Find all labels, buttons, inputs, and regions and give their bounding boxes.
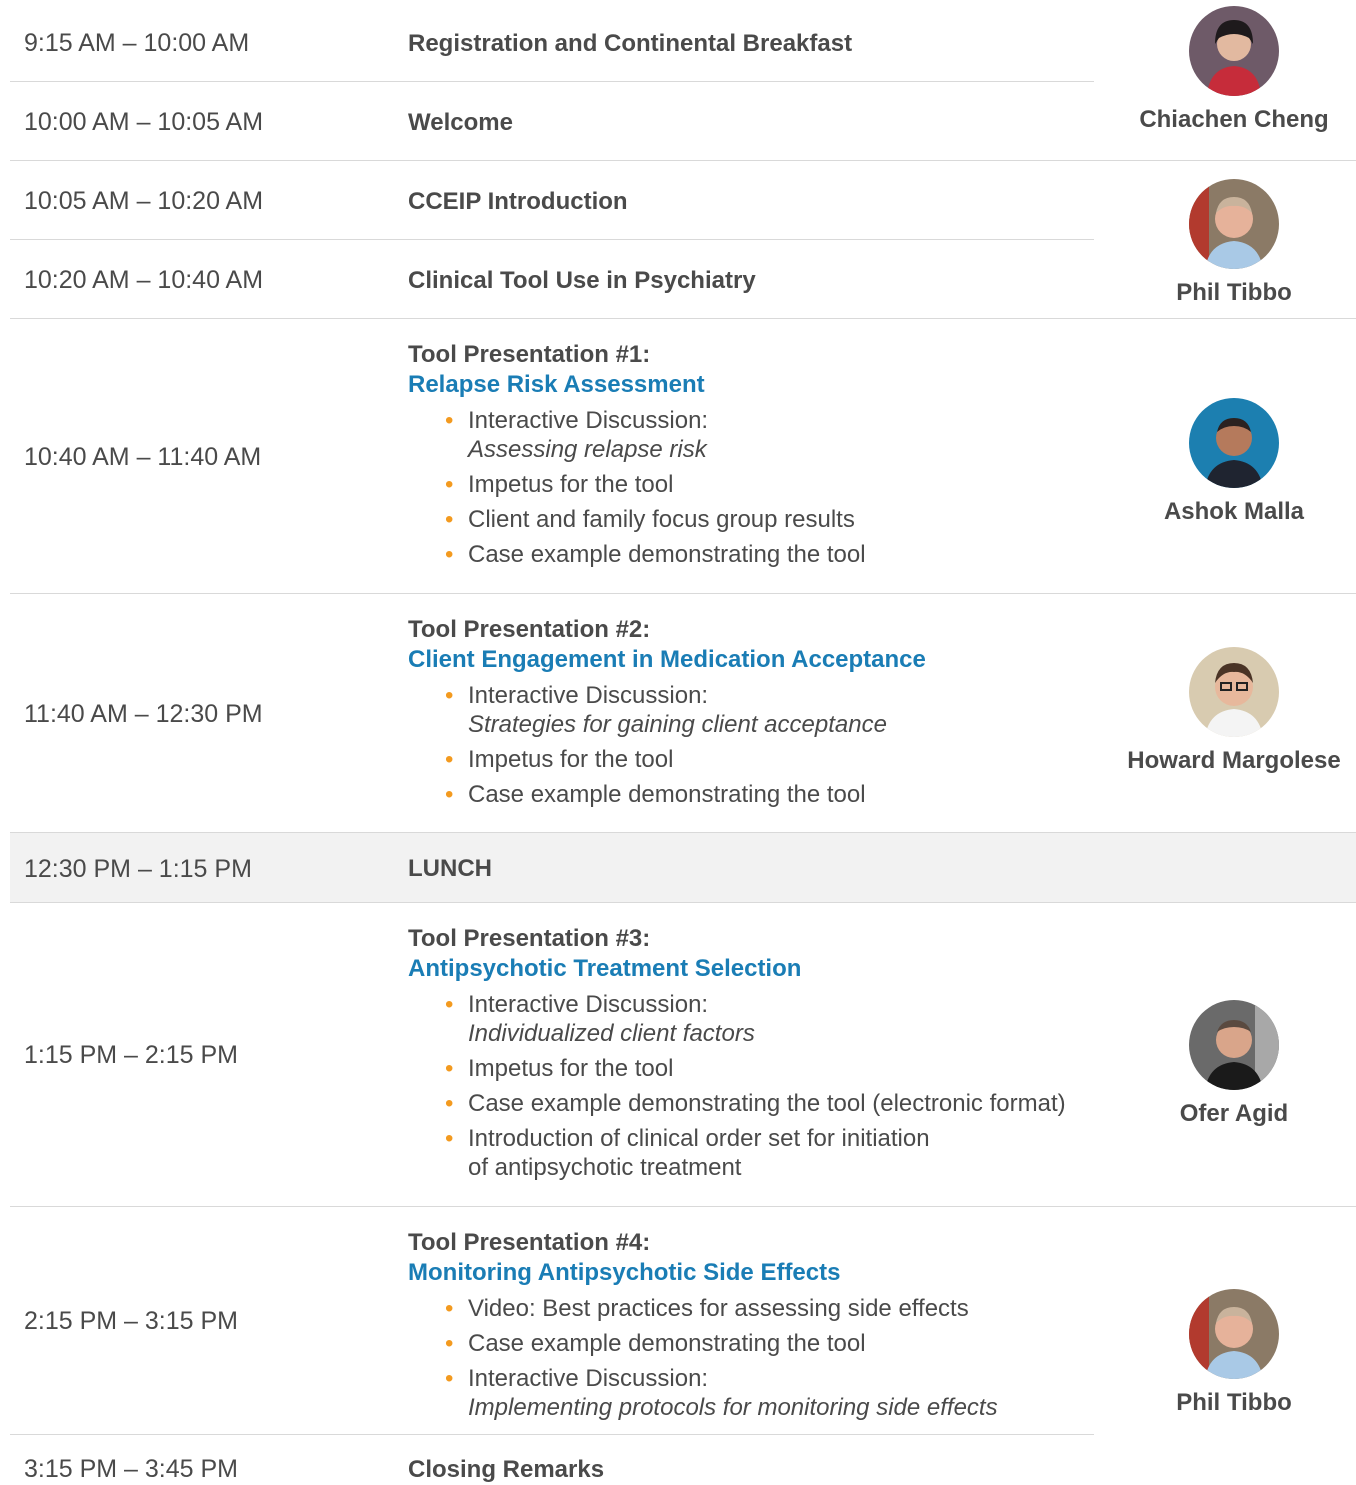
session-title: CCEIP Introduction — [408, 188, 628, 215]
bullet-icon: • — [445, 991, 454, 1018]
bullet-icon: • — [445, 746, 454, 773]
list-item: • Impetus for the tool — [445, 1055, 674, 1082]
speaker-name: Ashok Malla — [1163, 498, 1305, 525]
session-time: 2:15 PM – 3:15 PM — [24, 1307, 239, 1335]
session-time: 10:40 AM – 11:40 AM — [24, 443, 262, 471]
bullet-icon: • — [445, 407, 454, 434]
list-item: • Case example demonstrating the tool — [445, 1330, 866, 1357]
session-time: 10:05 AM – 10:20 AM — [24, 187, 264, 215]
speaker-card: Chiachen Cheng — [1114, 6, 1354, 135]
speaker-card: Phil Tibbo — [1114, 179, 1354, 308]
divider — [10, 593, 1356, 594]
bullet-icon: • — [445, 1365, 454, 1392]
divider — [10, 160, 1356, 161]
bullet-icon: • — [445, 1125, 454, 1152]
list-item: • Introduction of clinical order set for … — [445, 1125, 930, 1181]
bullet-icon: • — [445, 682, 454, 709]
presentation-heading: Tool Presentation #4: — [408, 1229, 651, 1256]
list-item: • Impetus for the tool — [445, 471, 674, 498]
list-item: • Case example demonstrating the tool — [445, 781, 866, 808]
speaker-name: Phil Tibbo — [1176, 1389, 1292, 1416]
presentation-subtitle: Antipsychotic Treatment Selection — [408, 955, 802, 982]
session-time: 3:15 PM – 3:45 PM — [24, 1455, 239, 1483]
bullet-icon: • — [445, 1055, 454, 1082]
bullet-icon: • — [445, 1090, 454, 1117]
list-item: • Interactive Discussion: Implementing pro… — [445, 1365, 998, 1421]
speaker-photo-icon — [1189, 1289, 1279, 1379]
list-item: • Case example demonstrating the tool — [445, 541, 866, 568]
divider — [10, 81, 1094, 82]
divider — [10, 902, 1356, 903]
speaker-photo-icon — [1189, 1000, 1279, 1090]
list-item: • Case example demonstrating the tool (el… — [445, 1090, 1066, 1117]
list-item: • Interactive Discussion: Individualized c… — [445, 991, 755, 1047]
speaker-card: Ashok Malla — [1114, 398, 1354, 527]
session-time: 10:00 AM – 10:05 AM — [24, 108, 264, 136]
topic-list: • Video: Best practices for assessing sid… — [408, 1294, 998, 1422]
session-title: LUNCH — [408, 855, 492, 882]
speaker-card: Ofer Agid — [1114, 1000, 1354, 1129]
speaker-photo-icon — [1189, 398, 1279, 488]
session-time: 10:20 AM – 10:40 AM — [24, 266, 264, 294]
presentation-subtitle: Relapse Risk Assessment — [408, 371, 705, 398]
topic-list: • Interactive Discussion: Assessing relaps… — [408, 406, 866, 569]
speaker-card: Howard Margolese — [1114, 647, 1354, 776]
list-item: • Interactive Discussion: Assessing relaps… — [445, 407, 709, 463]
tool-presentation-1: Tool Presentation #1: Relapse Risk Asses… — [408, 340, 866, 575]
divider — [10, 832, 1356, 833]
bullet-icon: • — [445, 506, 454, 533]
speaker-photo-icon — [1189, 179, 1279, 269]
session-time: 9:15 AM – 10:00 AM — [24, 29, 250, 57]
topic-list: • Interactive Discussion: Strategies for g… — [408, 681, 926, 809]
divider — [10, 318, 1356, 319]
session-time: 11:40 AM – 12:30 PM — [24, 700, 263, 728]
speaker-name: Ofer Agid — [1179, 1100, 1289, 1127]
divider — [10, 1206, 1356, 1207]
speaker-name: Phil Tibbo — [1176, 279, 1292, 306]
tool-presentation-3: Tool Presentation #3: Antipsychotic Trea… — [408, 924, 1066, 1188]
presentation-heading: Tool Presentation #1: — [408, 341, 651, 368]
session-time: 12:30 PM – 1:15 PM — [24, 855, 252, 883]
presentation-heading: Tool Presentation #3: — [408, 925, 651, 952]
divider — [10, 1434, 1094, 1435]
session-title: Closing Remarks — [408, 1456, 605, 1483]
tool-presentation-4: Tool Presentation #4: Monitoring Antipsy… — [408, 1228, 998, 1428]
session-time: 1:15 PM – 2:15 PM — [24, 1041, 239, 1069]
session-title: Registration and Continental Breakfast — [408, 30, 853, 57]
bullet-icon: • — [445, 1330, 454, 1357]
bullet-icon: • — [445, 1295, 454, 1322]
list-item: • Video: Best practices for assessing sid… — [445, 1295, 969, 1322]
speaker-photo-icon — [1189, 6, 1279, 96]
bullet-icon: • — [445, 781, 454, 808]
presentation-subtitle: Monitoring Antipsychotic Side Effects — [408, 1259, 841, 1286]
topic-list: • Interactive Discussion: Individualized c… — [408, 990, 1066, 1182]
speaker-photo-icon — [1189, 647, 1279, 737]
tool-presentation-2: Tool Presentation #2: Client Engagement … — [408, 615, 926, 815]
speaker-card: Phil Tibbo — [1114, 1289, 1354, 1418]
presentation-subtitle: Client Engagement in Medication Acceptan… — [408, 646, 926, 673]
speaker-name: Howard Margolese — [1127, 747, 1341, 774]
session-title: Welcome — [408, 109, 513, 136]
list-item: • Interactive Discussion: Strategies for g… — [445, 682, 887, 738]
presentation-heading: Tool Presentation #2: — [408, 616, 651, 643]
divider — [10, 239, 1094, 240]
session-title: Clinical Tool Use in Psychiatry — [408, 267, 756, 294]
bullet-icon: • — [445, 471, 454, 498]
list-item: • Client and family focus group results — [445, 506, 855, 533]
speaker-name: Chiachen Cheng — [1139, 106, 1329, 133]
list-item: • Impetus for the tool — [445, 746, 674, 773]
bullet-icon: • — [445, 541, 454, 568]
